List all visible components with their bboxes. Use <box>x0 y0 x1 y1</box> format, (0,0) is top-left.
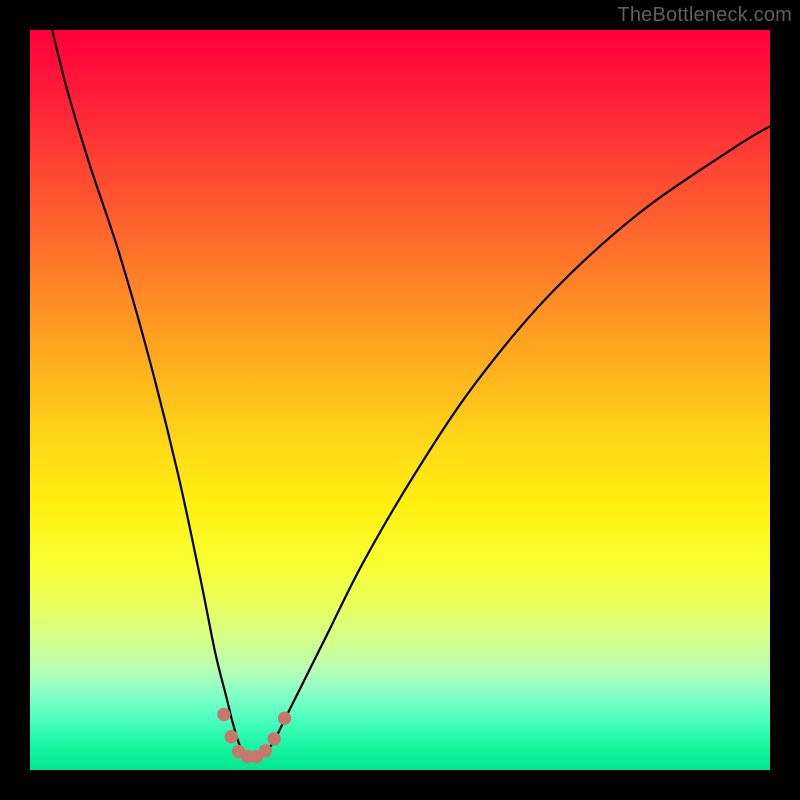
marker-dot <box>217 708 230 721</box>
watermark-text: TheBottleneck.com <box>617 4 792 27</box>
plot-area <box>30 30 770 770</box>
chart-frame: TheBottleneck.com <box>0 0 800 800</box>
marker-dot <box>278 712 291 725</box>
marker-dot <box>259 744 272 757</box>
curve-markers <box>217 708 291 764</box>
bottleneck-curve <box>52 30 770 759</box>
marker-dot <box>268 732 281 745</box>
curve-layer <box>30 30 770 770</box>
marker-dot <box>225 730 238 743</box>
